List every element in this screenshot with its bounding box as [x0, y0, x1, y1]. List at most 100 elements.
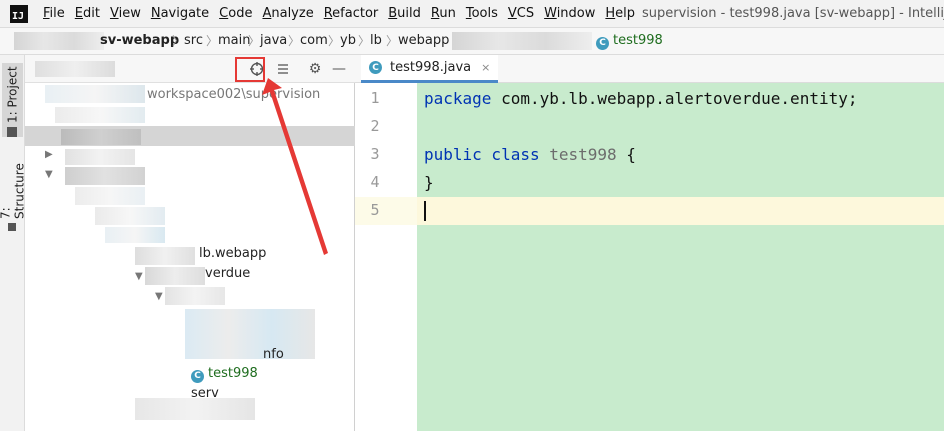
menu-analyze[interactable]: Analyze — [257, 6, 318, 21]
menu-build[interactable]: Build — [383, 6, 426, 21]
breadcrumb-separator: 〉 — [358, 34, 371, 48]
close-brace: } — [424, 173, 434, 192]
blurred-region — [95, 207, 165, 225]
project-path-hint: workspace002\supervision — [147, 87, 321, 102]
blurred-region — [45, 85, 145, 103]
breadcrumb-separator: 〉 — [206, 34, 219, 48]
blurred-region — [14, 32, 104, 50]
blurred-region — [61, 129, 141, 145]
tree-item-info[interactable]: nfo — [263, 347, 284, 362]
code-line-3: public class test998 { — [424, 145, 636, 164]
folder-icon — [7, 127, 18, 137]
breadcrumb-main[interactable]: main — [218, 33, 250, 48]
blurred-region — [35, 61, 115, 77]
collapse-all-icon[interactable] — [275, 61, 291, 77]
breadcrumb-yb[interactable]: yb — [340, 33, 356, 48]
line-number-gutter — [355, 83, 417, 431]
menu-edit[interactable]: Edit — [70, 6, 105, 21]
tree-item-serv[interactable]: serv — [191, 386, 219, 401]
line-number: 3 — [370, 145, 380, 163]
tree-item-overdue[interactable]: verdue — [205, 266, 250, 281]
tree-collapse-arrow[interactable]: ▼ — [135, 271, 143, 282]
project-panel-header: ⚙ — — [25, 55, 355, 83]
code-area[interactable]: package com.yb.lb.webapp.alertoverdue.en… — [417, 83, 944, 431]
keyword: public — [424, 145, 482, 164]
menu-tools[interactable]: Tools — [461, 6, 503, 21]
line-number: 4 — [370, 173, 380, 191]
breadcrumb-com[interactable]: com — [300, 33, 328, 48]
breadcrumb-separator: 〉 — [172, 34, 185, 48]
blurred-region — [65, 149, 135, 165]
structure-tool-button[interactable]: 7: Structure — [0, 151, 27, 231]
tree-item-test998-label: test998 — [208, 366, 258, 381]
minimize-icon[interactable]: — — [331, 61, 347, 77]
java-class-icon: C — [596, 36, 609, 50]
blurred-region — [55, 107, 145, 123]
line-number: 5 — [370, 201, 380, 219]
highlight-box — [235, 57, 265, 82]
left-tool-strip: 1: Project 7: Structure — [0, 55, 27, 431]
menu-vcs[interactable]: VCS — [503, 6, 539, 21]
tree-item-webapp[interactable]: lb.webapp — [199, 246, 266, 261]
blurred-region — [145, 267, 205, 285]
breadcrumb-separator: 〉 — [328, 34, 341, 48]
breadcrumb-file[interactable]: Ctest998 — [596, 33, 663, 50]
window-title: supervision - test998.java [sv-webapp] -… — [642, 6, 944, 21]
structure-tool-label: 7: Structure — [0, 163, 27, 220]
breadcrumb-src[interactable]: src — [184, 33, 203, 48]
menu-navigate[interactable]: Navigate — [146, 6, 214, 21]
tree-collapse-arrow[interactable]: ▼ — [155, 291, 163, 302]
tree-collapse-arrow[interactable]: ▼ — [45, 169, 53, 180]
class-name: test998 — [539, 145, 617, 164]
editor-tab-bar: C test998.java × — [355, 55, 944, 83]
menu-run[interactable]: Run — [426, 6, 461, 21]
breadcrumb-lb[interactable]: lb — [370, 33, 382, 48]
java-class-icon: C — [369, 61, 382, 74]
breadcrumb-module[interactable]: sv-webapp — [100, 33, 179, 48]
navigation-bar: sv-webapp 〉 src 〉 main 〉 java 〉 com 〉 yb… — [0, 28, 944, 55]
breadcrumb-java[interactable]: java — [260, 33, 287, 48]
gear-icon[interactable]: ⚙ — [307, 61, 323, 77]
project-tool-button[interactable]: 1: Project — [2, 63, 23, 137]
blurred-region — [105, 227, 165, 243]
keyword: package — [424, 89, 492, 108]
blurred-region — [75, 187, 145, 205]
line-number: 2 — [370, 117, 380, 135]
java-class-icon: C — [191, 369, 204, 383]
close-icon[interactable]: × — [481, 61, 490, 74]
package-name: com.yb.lb.webapp.alertoverdue.entity; — [491, 89, 858, 108]
menu-window[interactable]: Window — [539, 6, 600, 21]
code-editor[interactable]: C test998.java × 1 2 3 4 5 package com.y… — [355, 55, 944, 431]
menu-code[interactable]: Code — [214, 6, 257, 21]
menu-file[interactable]: File — [38, 6, 70, 21]
structure-icon — [8, 223, 17, 231]
blurred-region — [135, 398, 255, 420]
editor-tab-test998[interactable]: C test998.java × — [361, 55, 499, 83]
code-line-1: package com.yb.lb.webapp.alertoverdue.en… — [424, 89, 857, 108]
intellij-logo-icon: IJ — [10, 4, 28, 23]
project-tool-label: 1: Project — [5, 66, 20, 123]
breadcrumb-separator: 〉 — [386, 34, 399, 48]
blurred-region — [185, 309, 315, 359]
blurred-region — [65, 167, 145, 185]
breadcrumb-webapp[interactable]: webapp — [398, 33, 449, 48]
text-caret — [424, 201, 426, 221]
breadcrumb-separator: 〉 — [248, 34, 261, 48]
code-line-4: } — [424, 173, 434, 192]
menu-view[interactable]: View — [105, 6, 146, 21]
line-number: 1 — [370, 89, 380, 107]
menu-refactor[interactable]: Refactor — [319, 6, 384, 21]
menu-help[interactable]: Help — [600, 6, 640, 21]
blurred-region — [135, 247, 195, 265]
blurred-region — [165, 287, 225, 305]
editor-tab-label: test998.java — [390, 60, 472, 75]
tree-item-test998[interactable]: Ctest998 — [191, 366, 258, 383]
open-brace: { — [616, 145, 636, 164]
keyword: class — [481, 145, 540, 164]
blurred-region — [452, 32, 592, 50]
collapse-lines-icon — [278, 64, 288, 74]
menu-items: File Edit View Navigate Code Analyze Ref… — [38, 6, 640, 21]
breadcrumb-file-label: test998 — [613, 33, 663, 48]
tree-expand-arrow[interactable]: ▶ — [45, 149, 53, 160]
menu-bar: IJ File Edit View Navigate Code Analyze … — [0, 0, 944, 28]
